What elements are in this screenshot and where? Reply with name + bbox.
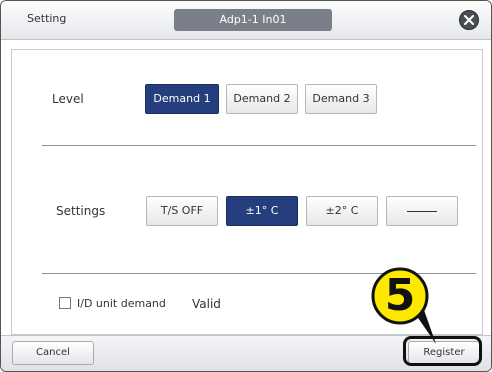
step-number: 5 [384,270,416,321]
